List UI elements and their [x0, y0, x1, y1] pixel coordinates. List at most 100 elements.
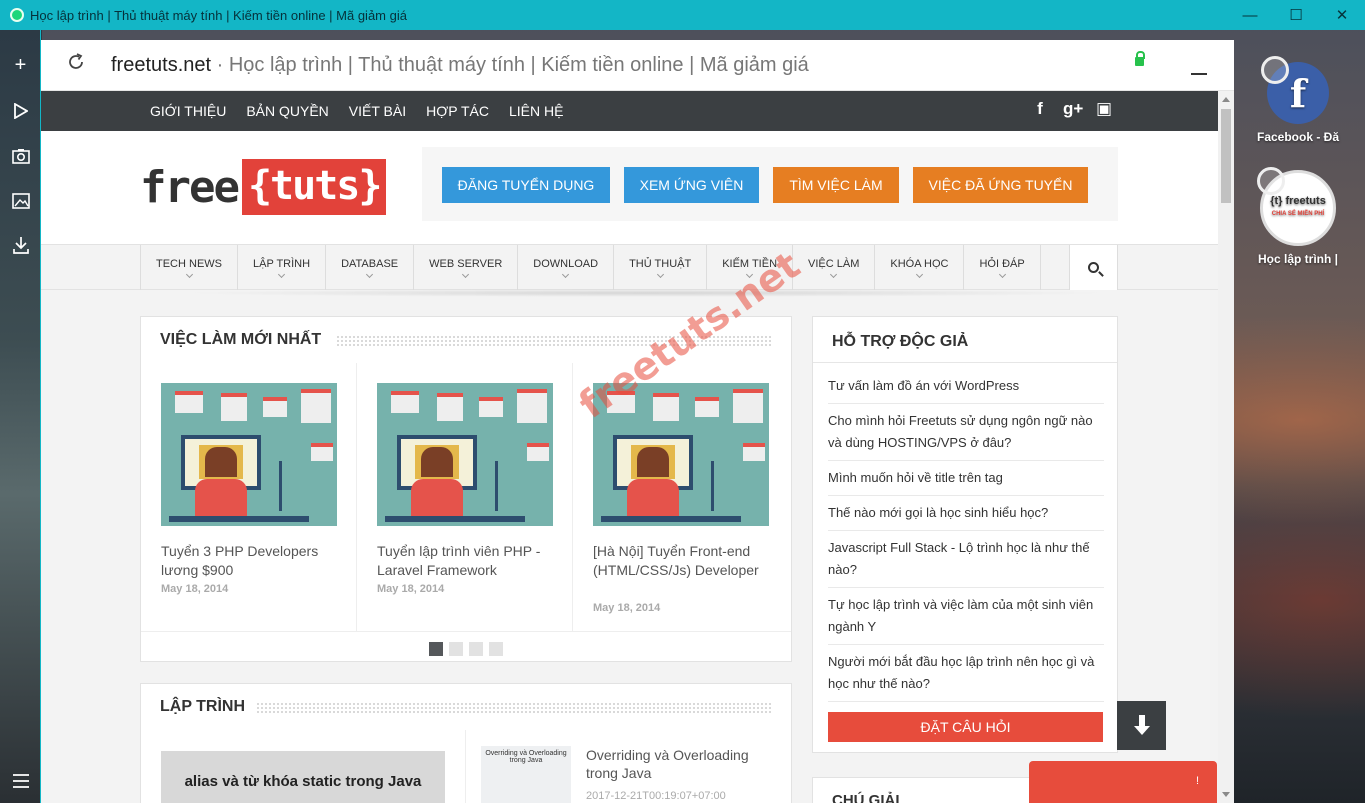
job-card[interactable]: Tuyển 3 PHP Developers lương $900 May 18… — [141, 363, 357, 631]
job-title[interactable]: Tuyển lập trình viên PHP - Laravel Frame… — [377, 542, 557, 580]
plus-icon[interactable]: + — [0, 50, 41, 80]
post-date: 2017-12-21T00:19:07+07:00 — [586, 790, 726, 802]
play-icon[interactable] — [0, 96, 41, 126]
loading-ring — [1257, 167, 1285, 195]
divider — [141, 631, 791, 632]
job-title[interactable]: Tuyển 3 PHP Developers lương $900 — [161, 542, 341, 580]
question-link[interactable]: Người mới bắt đầu học lập trình nên học … — [828, 651, 1104, 702]
carousel-dot[interactable] — [489, 642, 503, 656]
question-link[interactable]: Mình muốn hỏi về title trên tag — [828, 467, 1104, 496]
title-bar: Học lập trình | Thủ thuật máy tính | Kiế… — [0, 0, 1365, 30]
post-thumbnail[interactable]: Overriding và Overloading trong Java — [481, 746, 571, 803]
glossary-heading: CHÚ GIẢI — [832, 792, 900, 803]
close-button[interactable]: ✕ — [1319, 0, 1365, 30]
nav-lap-trinh[interactable]: LẬP TRÌNH — [237, 245, 325, 290]
job-title[interactable]: [Hà Nội] Tuyển Front-end (HTML/CSS/Js) D… — [593, 542, 773, 580]
job-date: May 18, 2014 — [161, 583, 229, 595]
scroll-up-icon[interactable] — [1222, 97, 1230, 102]
featured-post[interactable]: alias và từ khóa static trong Java — [161, 751, 445, 803]
topnav-link-viet-bai[interactable]: VIẾT BÀI — [349, 103, 406, 119]
nav-tech-news[interactable]: TECH NEWS — [140, 245, 237, 290]
post-title[interactable]: Overriding và Overloading trong Java — [586, 746, 776, 782]
facebook-icon[interactable]: f — [1031, 99, 1049, 119]
download-icon[interactable] — [0, 230, 41, 260]
freetuts-sub: CHIA SẺ MIỄN PHÍ — [1271, 211, 1325, 217]
speed-dial-freetuts[interactable]: {t} freetuts CHIA SẺ MIỄN PHÍ Học lập tr… — [1248, 167, 1348, 266]
address-bar[interactable]: freetuts.net · Học lập trình | Thủ thuật… — [41, 40, 1234, 91]
nav-label: KHÓA HỌC — [890, 258, 949, 270]
left-rail: + — [0, 30, 41, 803]
nav-database[interactable]: DATABASE — [325, 245, 413, 290]
reload-icon[interactable] — [41, 52, 111, 78]
maximize-button[interactable]: ☐ — [1273, 0, 1319, 30]
heading-dots — [256, 702, 772, 714]
carousel-dots — [429, 642, 503, 656]
carousel-dot[interactable] — [449, 642, 463, 656]
job-thumbnail[interactable] — [377, 383, 553, 526]
divider — [465, 730, 466, 803]
question-link[interactable]: Thế nào mới gọi là học sinh hiểu học? — [828, 502, 1104, 531]
question-link[interactable]: Tư vấn làm đồ án với WordPress — [828, 375, 1104, 404]
window-title: Học lập trình | Thủ thuật máy tính | Kiế… — [30, 7, 407, 23]
ask-question-button[interactable]: ĐẶT CÂU HỎI — [828, 712, 1103, 742]
page-viewport: GIỚI THIỆU BẢN QUYỀN VIẾT BÀI HỢP TÁC LI… — [41, 91, 1218, 803]
nav-khoa-hoc[interactable]: KHÓA HỌC — [874, 245, 963, 290]
job-thumbnail[interactable] — [161, 383, 337, 526]
freetuts-icon: {t} freetuts CHIA SẺ MIỄN PHÍ — [1257, 167, 1336, 246]
minimize-button[interactable]: — — [1227, 0, 1273, 30]
nav-download[interactable]: DOWNLOAD — [517, 245, 613, 290]
facebook-glyph: f — [1289, 70, 1307, 116]
nav-viec-lam[interactable]: VIỆC LÀM — [792, 245, 874, 290]
scrollbar-thumb[interactable] — [1221, 109, 1231, 203]
collapse-icon[interactable] — [1191, 73, 1207, 75]
image-icon[interactable] — [0, 186, 41, 216]
applied-jobs-button[interactable]: VIỆC ĐÃ ỨNG TUYỂN — [913, 167, 1088, 203]
topnav-link-ban-quyen[interactable]: BẢN QUYỀN — [246, 103, 328, 119]
url-page-title: Học lập trình | Thủ thuật máy tính | Kiế… — [228, 53, 809, 76]
support-heading: HỖ TRỢ ĐỘC GIẢ — [832, 333, 969, 350]
programming-panel: LẬP TRÌNH alias và từ khóa static trong … — [140, 683, 792, 803]
nav-web-server[interactable]: WEB SERVER — [413, 245, 517, 290]
chat-bar[interactable]: ! — [1029, 761, 1217, 803]
topnav-link-gioi-thieu[interactable]: GIỚI THIỆU — [150, 103, 226, 119]
question-link[interactable]: Cho mình hỏi Freetuts sử dụng ngôn ngữ n… — [828, 410, 1104, 461]
speed-dial-label: Học lập trình | — [1257, 252, 1339, 266]
nav-label: DATABASE — [341, 258, 399, 270]
camera-icon[interactable] — [0, 141, 41, 171]
speed-dial-label: Facebook - Đă — [1256, 130, 1340, 144]
question-link[interactable]: Tự học lập trình và việc làm của một sin… — [828, 594, 1104, 645]
job-card[interactable]: Tuyển lập trình viên PHP - Laravel Frame… — [357, 363, 573, 631]
carousel-dot[interactable] — [469, 642, 483, 656]
chevron-down-icon — [366, 270, 374, 279]
speed-dial-facebook[interactable]: f Facebook - Đă — [1248, 56, 1348, 144]
nav-shadow — [181, 289, 1111, 297]
question-link[interactable]: Javascript Full Stack - Lộ trình học là … — [828, 537, 1104, 588]
google-plus-icon[interactable]: g+ — [1063, 99, 1083, 119]
chevron-down-icon — [462, 270, 470, 279]
menu-icon[interactable] — [0, 766, 41, 796]
view-candidates-button[interactable]: XEM ỨNG VIÊN — [624, 167, 759, 203]
carousel-dot[interactable] — [429, 642, 443, 656]
post-job-button[interactable]: ĐĂNG TUYỂN DỤNG — [442, 167, 610, 203]
lock-icon — [1135, 51, 1145, 66]
nav-thu-thuat[interactable]: THỦ THUẬT — [613, 245, 706, 290]
scroll-down-button[interactable] — [1117, 701, 1166, 750]
nav-label: LẬP TRÌNH — [253, 258, 311, 270]
topnav-link-lien-he[interactable]: LIÊN HỆ — [509, 103, 563, 119]
facebook-icon: f — [1261, 56, 1329, 124]
search-button[interactable] — [1069, 245, 1118, 290]
nav-label: DOWNLOAD — [533, 258, 599, 270]
find-job-button[interactable]: TÌM VIỆC LÀM — [773, 167, 899, 203]
url-text[interactable]: freetuts.net · Học lập trình | Thủ thuật… — [111, 54, 809, 77]
scrollbar[interactable] — [1218, 91, 1234, 803]
chevron-down-icon — [562, 270, 570, 279]
chevron-down-icon — [185, 270, 193, 279]
scroll-down-icon[interactable] — [1222, 792, 1230, 797]
youtube-icon[interactable]: ▣ — [1095, 99, 1113, 119]
nav-hoi-dap[interactable]: HỎI ĐÁP — [963, 245, 1041, 290]
job-date: May 18, 2014 — [593, 602, 661, 614]
chevron-down-icon — [915, 270, 923, 279]
main-nav: TECH NEWS LẬP TRÌNH DATABASE WEB SERVER … — [41, 244, 1218, 290]
site-logo[interactable]: free {tuts} — [140, 159, 387, 215]
topnav-link-hop-tac[interactable]: HỢP TÁC — [426, 103, 489, 119]
